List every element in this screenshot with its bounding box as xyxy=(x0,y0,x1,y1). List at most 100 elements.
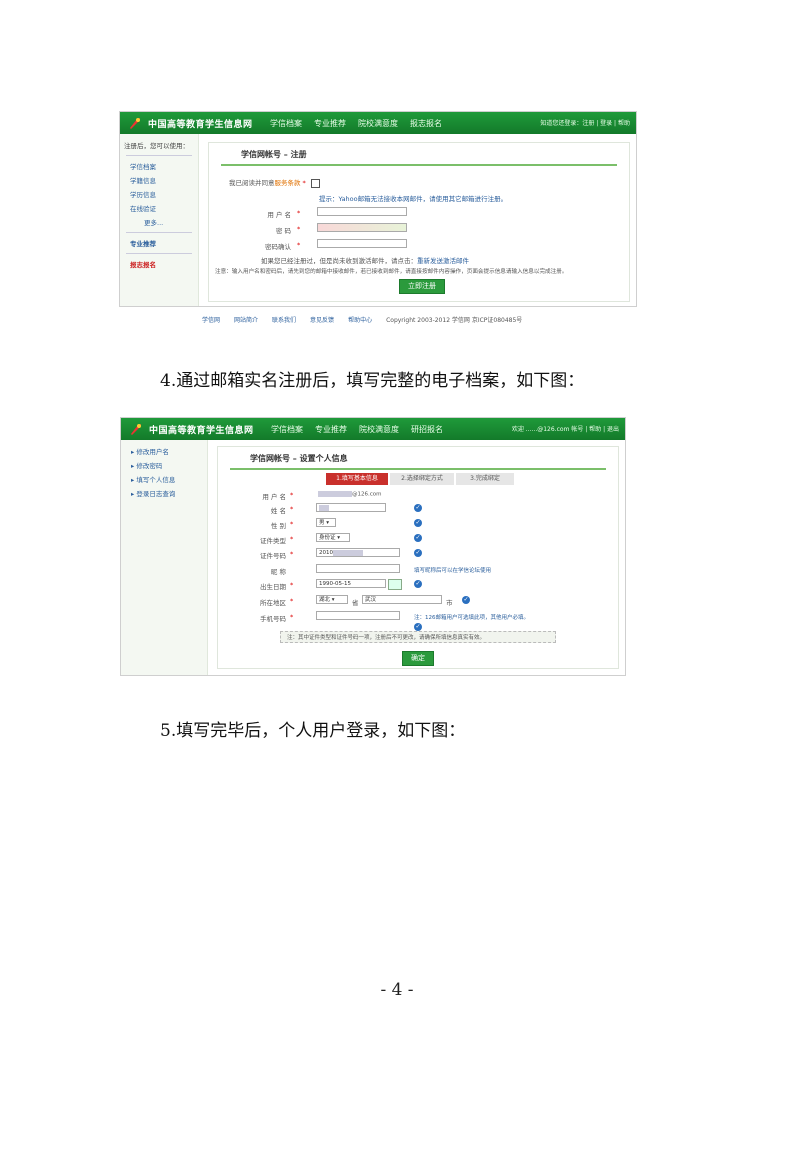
check-icon: ✓ xyxy=(414,534,422,542)
step-1: 1.填写基本信息 xyxy=(326,473,388,485)
notice-box: 注：其中证件类型和证件号码一项，注册后不可更改，请确保所填信息真实有效。 xyxy=(280,631,556,643)
panel-title: 学信网帐号 – 设置个人信息 xyxy=(230,447,606,470)
footer-link[interactable]: 帮助中心 xyxy=(348,315,372,324)
nav-item[interactable]: 学信档案 xyxy=(270,118,302,129)
check-icon: ✓ xyxy=(414,623,422,631)
id-no-input[interactable]: 2010 xyxy=(316,548,400,557)
gender-select[interactable]: 男 ▾ xyxy=(316,518,336,527)
registration-screenshot: 中国高等教育学生信息网 学信档案 专业推荐 院校满意度 报志报名 知道您还登录：… xyxy=(119,111,637,307)
torch-logo-icon xyxy=(130,118,140,129)
terms-link[interactable]: 服务条款 xyxy=(275,179,301,187)
nav-item[interactable]: 学信档案 xyxy=(271,424,303,435)
province-value: 湖北 xyxy=(319,597,331,603)
personal-info-screenshot: 中国高等教育学生信息网 学信档案 专业推荐 院校满意度 研招报名 欢迎 ....… xyxy=(120,417,626,676)
footer-link[interactable]: 学信网 xyxy=(202,315,220,324)
birth-value: 1990-05-15 xyxy=(319,581,351,587)
nav-item[interactable]: 研招报名 xyxy=(411,424,443,435)
sidebar-item[interactable]: 在线验证 xyxy=(130,203,198,213)
nav-item[interactable]: 院校满意度 xyxy=(358,118,398,129)
sidebar-recommend[interactable]: 专业推荐 xyxy=(130,238,198,248)
footer-link[interactable]: 联系我们 xyxy=(272,315,296,324)
phone-input[interactable] xyxy=(316,611,400,620)
page-number: - 4 - xyxy=(380,980,414,1000)
sidebar-item[interactable]: ▸ 修改用户名 xyxy=(131,446,207,456)
site-brand: 中国高等教育学生信息网 xyxy=(148,120,253,130)
header-links[interactable]: 知道您还登录：注册 | 登录 | 帮助 xyxy=(540,118,630,127)
username-input[interactable] xyxy=(317,207,407,216)
nav-item[interactable]: 院校满意度 xyxy=(359,424,399,435)
sidebar-item-label: 登录日志查询 xyxy=(136,490,176,498)
site-nav: 学信档案 专业推荐 院校满意度 研招报名 xyxy=(271,424,443,435)
check-icon: ✓ xyxy=(414,580,422,588)
username-domain: @126.com xyxy=(352,491,382,498)
header-links[interactable]: 欢迎 ......@126.com 帐号 | 帮助 | 退出 xyxy=(512,424,619,433)
divider xyxy=(126,155,192,156)
divider xyxy=(126,253,192,254)
check-icon: ✓ xyxy=(414,519,422,527)
id-type-label: 证件类型 xyxy=(260,537,286,545)
sidebar-item[interactable]: ▸ 登录日志查询 xyxy=(131,488,207,498)
nav-item[interactable]: 专业推荐 xyxy=(315,424,347,435)
hint-text: 提示：Yahoo邮箱无法接收本网邮件，请使用其它邮箱进行注册。 xyxy=(319,195,508,203)
id-type-select[interactable]: 身份证 ▾ xyxy=(316,533,350,542)
sidebar-item-label: 填写个人信息 xyxy=(136,476,176,484)
register-panel: 学信网帐号 – 注册 我已阅读并同意服务条款 * 提示：Yahoo邮箱无法接收本网… xyxy=(208,142,630,302)
footer-links: 学信网 网站简介 联系我们 意见反馈 帮助中心 Copyright 2003-2… xyxy=(202,315,522,324)
sidebar-item[interactable]: 学信档案 xyxy=(130,161,198,171)
caption-step-4: 4.通过邮箱实名注册后，填写完整的电子档案，如下图： xyxy=(160,371,585,391)
divider xyxy=(126,232,192,233)
username-value: @126.com xyxy=(318,491,382,498)
city-select[interactable]: 武汉 xyxy=(362,595,442,604)
caption-step-5: 5.填写完毕后，个人用户登录，如下图： xyxy=(160,721,466,741)
register-button[interactable]: 立即注册 xyxy=(399,279,445,294)
footer-link[interactable]: 网站简介 xyxy=(234,315,258,324)
sidebar-item[interactable]: ▸ 填写个人信息 xyxy=(131,474,207,484)
gender-label: 性 别 xyxy=(270,522,286,530)
password-input[interactable] xyxy=(317,223,407,232)
phone-label: 手机号码 xyxy=(260,615,286,623)
nav-item[interactable]: 报志报名 xyxy=(410,118,442,129)
redacted xyxy=(333,549,363,556)
confirm-label: 密码确认 xyxy=(265,243,291,251)
confirm-button[interactable]: 确定 xyxy=(402,651,434,666)
sidebar-enroll[interactable]: 报志报名 xyxy=(130,259,198,269)
site-nav: 学信档案 专业推荐 院校满意度 报志报名 xyxy=(270,118,442,129)
province-select[interactable]: 湖北 ▾ xyxy=(316,595,348,604)
step-bar: 1.填写基本信息 2.选择绑定方式 3.完成绑定 xyxy=(326,473,516,485)
sidebar: ▸ 修改用户名 ▸ 修改密码 ▸ 填写个人信息 ▸ 登录日志查询 xyxy=(121,440,208,675)
resend-note: 如果您已经注册过，但是尚未收到激活邮件，请点击：重新发送激活邮件 xyxy=(261,255,469,265)
birth-input[interactable]: 1990-05-15 xyxy=(316,579,386,588)
birth-label: 出生日期 xyxy=(260,583,286,591)
resend-text: 如果您已经注册过，但是尚未收到激活邮件，请点击： xyxy=(261,257,417,265)
confirm-input[interactable] xyxy=(317,239,407,248)
site-header: 中国高等教育学生信息网 学信档案 专业推荐 院校满意度 研招报名 欢迎 ....… xyxy=(121,418,625,440)
nickname-label: 昵 称 xyxy=(270,568,286,576)
username-label: 用 户 名 xyxy=(267,211,291,219)
password-label: 密 码 xyxy=(275,227,291,235)
resend-link[interactable]: 重新发送激活邮件 xyxy=(417,257,469,265)
footer-link[interactable]: 意见反馈 xyxy=(310,315,334,324)
gender-value: 男 xyxy=(319,520,325,526)
city-value: 武汉 xyxy=(365,597,377,603)
redacted xyxy=(319,504,329,511)
calendar-icon[interactable] xyxy=(388,579,402,590)
nickname-input[interactable] xyxy=(316,564,400,573)
site-header: 中国高等教育学生信息网 学信档案 专业推荐 院校满意度 报志报名 知道您还登录：… xyxy=(120,112,636,134)
info-panel: 学信网帐号 – 设置个人信息 1.填写基本信息 2.选择绑定方式 3.完成绑定 … xyxy=(217,446,619,669)
id-no-value: 2010 xyxy=(319,550,333,556)
agree-checkbox[interactable] xyxy=(310,178,320,188)
sidebar-item[interactable]: 学籍信息 xyxy=(130,175,198,185)
sidebar-item-label: 修改用户名 xyxy=(136,448,169,456)
sidebar-item[interactable]: 学历信息 xyxy=(130,189,198,199)
name-label: 姓 名 xyxy=(270,507,286,515)
agree-label: 我已阅读并同意 xyxy=(229,179,275,187)
id-type-value: 身份证 xyxy=(319,535,336,541)
check-icon: ✓ xyxy=(414,549,422,557)
sidebar-more[interactable]: 更多... xyxy=(144,217,198,227)
nav-item[interactable]: 专业推荐 xyxy=(314,118,346,129)
torch-logo-icon xyxy=(131,424,141,435)
username-label: 用 户 名 xyxy=(262,493,286,501)
sidebar-item[interactable]: ▸ 修改密码 xyxy=(131,460,207,470)
city-suffix: 市 xyxy=(446,599,453,607)
name-input[interactable] xyxy=(316,503,386,512)
